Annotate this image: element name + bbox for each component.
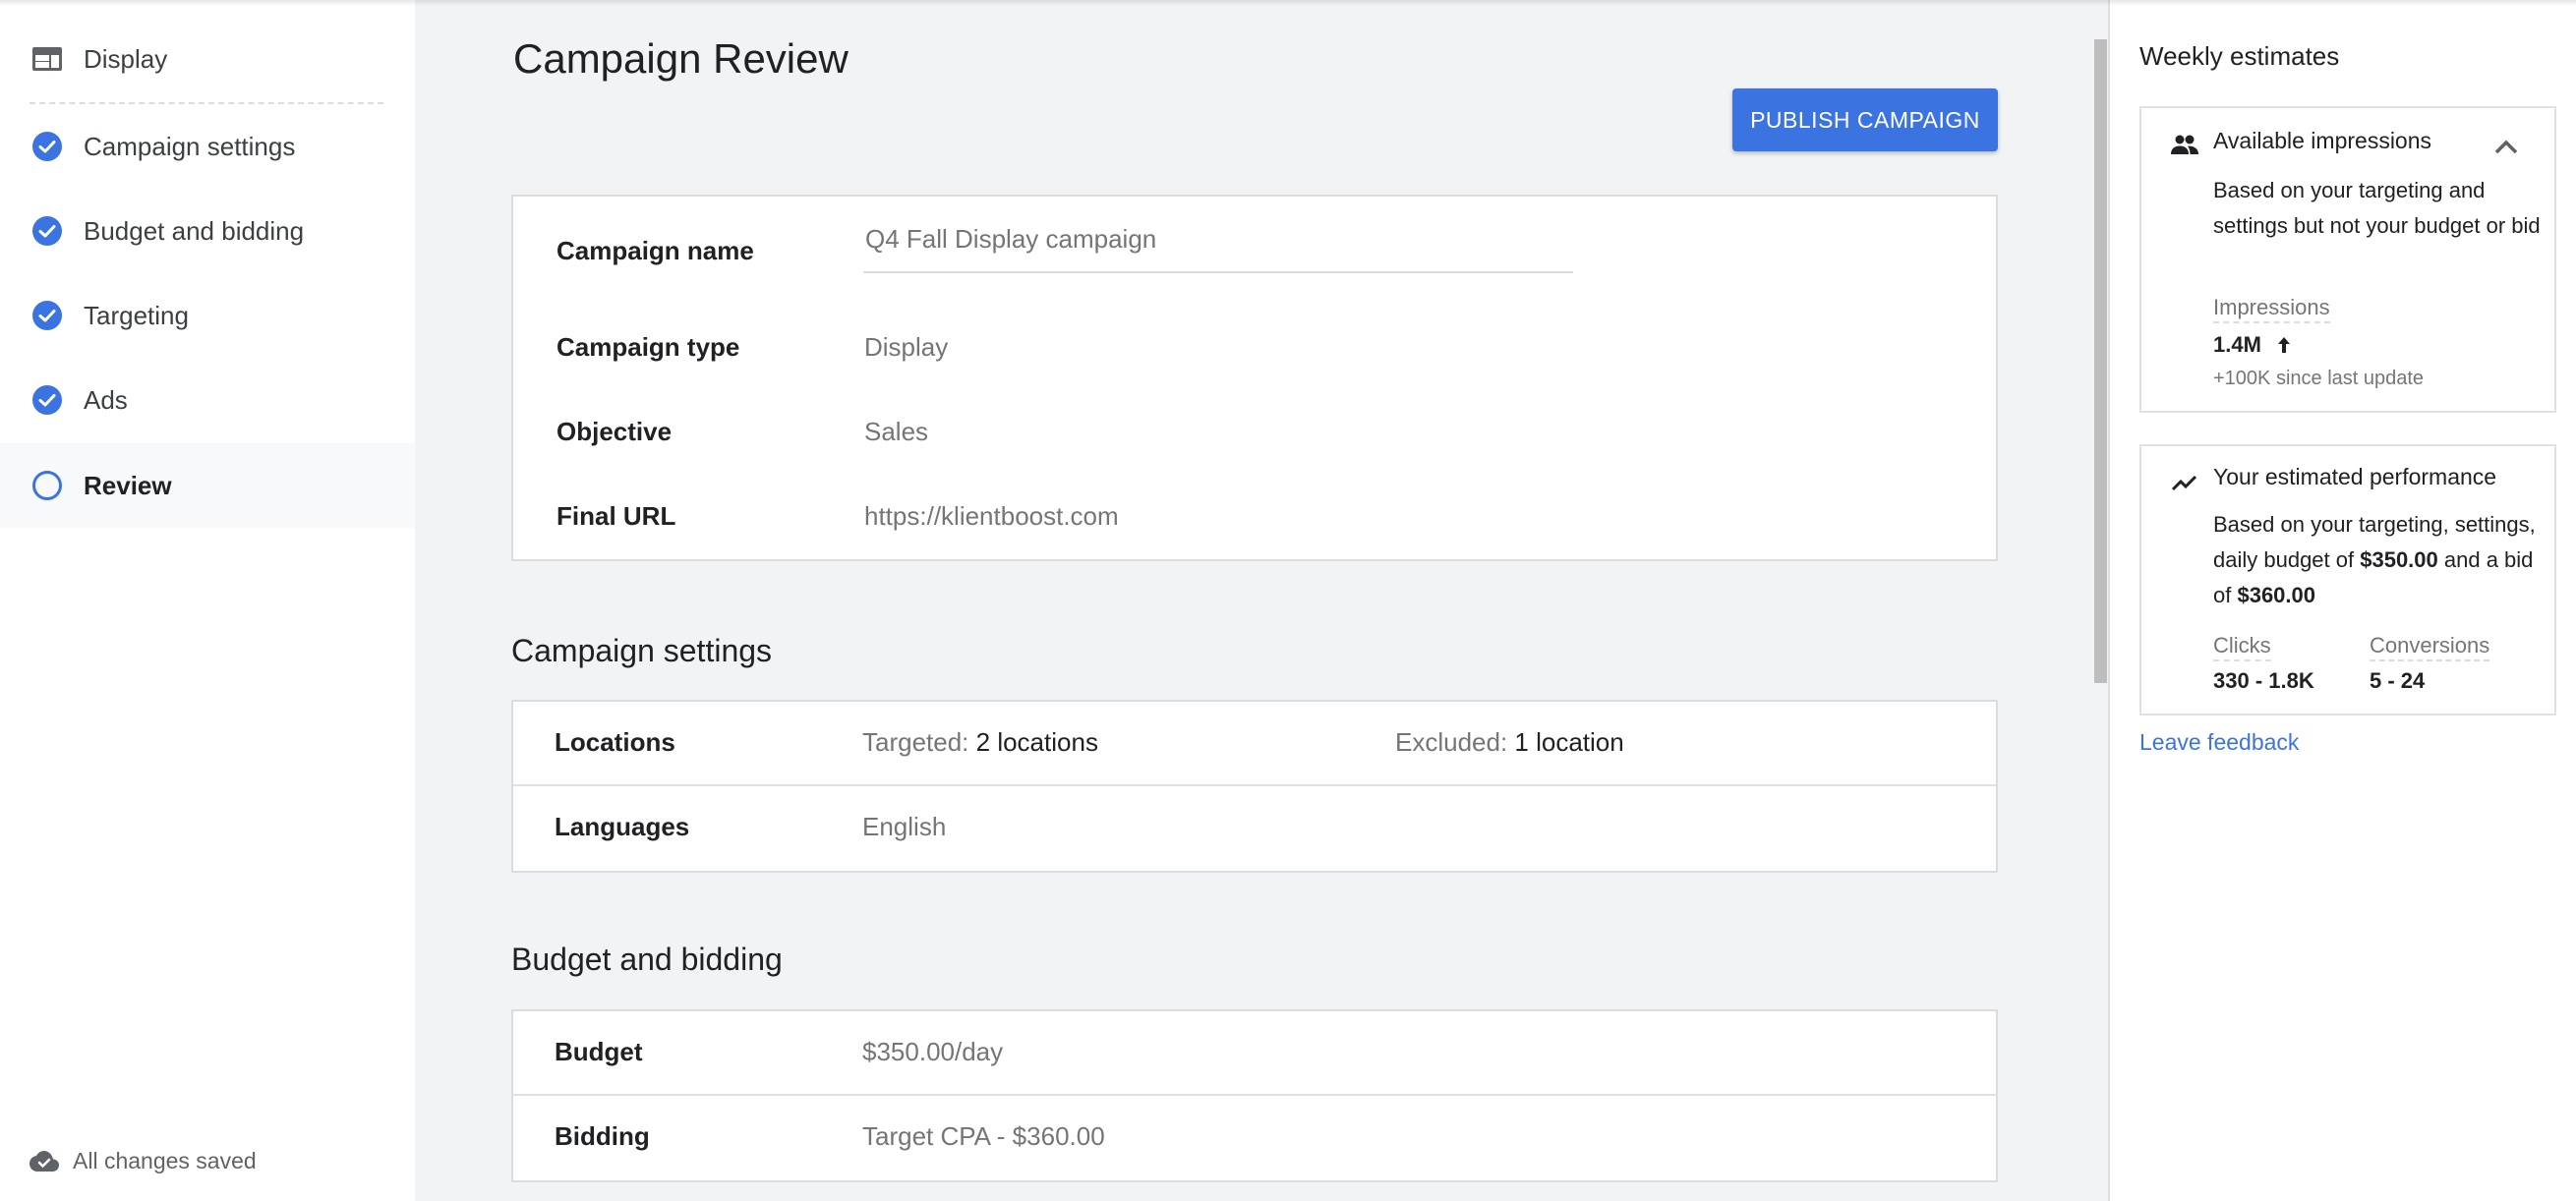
bidding-value: Target CPA - $360.00: [862, 1121, 1105, 1151]
budget-bidding-card: Budget $350.00/day Bidding Target CPA - …: [511, 1009, 1998, 1182]
check-circle-icon: [32, 132, 62, 161]
weekly-estimates-title: Weekly estimates: [2139, 41, 2340, 71]
sidebar-item-campaign-settings[interactable]: Campaign settings: [0, 104, 415, 189]
impressions-value: 1.4M: [2213, 332, 2261, 357]
budget-bidding-heading: Budget and bidding: [511, 942, 783, 977]
budget-value: $350.00/day: [862, 1037, 1004, 1066]
cloud-done-icon: [29, 1150, 59, 1172]
arrow-up-icon: [2278, 337, 2290, 353]
targeted-value: 2 locations: [975, 727, 1098, 757]
publish-campaign-button[interactable]: PUBLISH CAMPAIGN: [1732, 88, 1998, 151]
impressions-description: Based on your targeting and settings but…: [2213, 178, 2541, 238]
objective-value: Sales: [864, 417, 929, 446]
circle-outline-icon: [32, 471, 62, 500]
performance-description: Based on your targeting, settings, daily…: [2213, 507, 2547, 613]
campaign-name-label: Campaign name: [556, 236, 754, 265]
main-content: Campaign Review PUBLISH CAMPAIGN Campaig…: [415, 0, 2108, 1201]
main-scrollbar-thumb[interactable]: [2094, 39, 2107, 683]
clicks-value: 330 - 1.8K: [2213, 668, 2314, 693]
conversions-label[interactable]: Conversions: [2370, 633, 2490, 661]
excluded-locations: Excluded: 1 location: [1395, 727, 1624, 758]
locations-label: Locations: [555, 727, 675, 757]
table-row-locations: Locations Targeted: 2 locations Excluded…: [513, 702, 1996, 786]
bidding-label: Bidding: [555, 1121, 650, 1151]
available-impressions-card: Available impressions Based on your targ…: [2139, 106, 2556, 413]
check-circle-icon: [32, 216, 62, 246]
campaign-settings-card: Locations Targeted: 2 locations Excluded…: [511, 700, 1998, 873]
campaign-overview-card: Campaign name Campaign type Display Obje…: [511, 195, 1998, 561]
campaign-name-input[interactable]: [863, 214, 1573, 273]
impressions-change: +100K since last update: [2213, 368, 2425, 389]
trending-up-icon: [2171, 475, 2197, 491]
sidebar-item-label: Review: [84, 470, 172, 500]
page-title: Campaign Review: [513, 35, 849, 82]
sidebar-item-label: Ads: [84, 384, 128, 415]
performance-card-title: Your estimated performance: [2213, 464, 2497, 489]
impressions-label[interactable]: Impressions: [2213, 295, 2330, 323]
save-status-label: All changes saved: [73, 1148, 257, 1173]
excluded-value: 1 location: [1514, 727, 1624, 757]
table-row-budget: Budget $350.00/day: [513, 1011, 1996, 1096]
sidebar-campaign-type-label: Display: [84, 43, 168, 74]
save-status: All changes saved: [29, 1148, 257, 1174]
sidebar-campaign-type: Display: [0, 29, 415, 88]
campaign-type-label: Campaign type: [556, 332, 740, 362]
display-layout-icon: [32, 47, 62, 71]
estimated-performance-card: Your estimated performance Based on your…: [2139, 444, 2556, 715]
sidebar-item-review[interactable]: Review: [0, 443, 415, 528]
final-url-label: Final URL: [556, 501, 676, 531]
campaign-settings-heading: Campaign settings: [511, 633, 773, 668]
conversions-value: 5 - 24: [2370, 668, 2426, 693]
campaign-type-value: Display: [864, 332, 949, 362]
check-circle-icon: [32, 301, 62, 330]
chevron-up-icon[interactable]: [2493, 138, 2519, 155]
sidebar-item-ads[interactable]: Ads: [0, 358, 415, 442]
sidebar: Display Campaign settings Budget and bid…: [0, 0, 415, 1201]
clicks-label[interactable]: Clicks: [2213, 633, 2271, 661]
weekly-estimates-panel: Weekly estimates Available impressions B…: [2108, 0, 2576, 1201]
people-icon: [2171, 135, 2198, 154]
objective-label: Objective: [556, 417, 673, 446]
leave-feedback-link[interactable]: Leave feedback: [2139, 729, 2299, 756]
performance-desc-bid: $360.00: [2237, 583, 2315, 607]
check-circle-icon: [32, 385, 62, 415]
performance-desc-budget: $350.00: [2360, 547, 2438, 572]
targeted-prefix: Targeted:: [862, 727, 969, 757]
sidebar-item-label: Campaign settings: [84, 131, 296, 161]
excluded-prefix: Excluded:: [1395, 727, 1508, 757]
impressions-card-title: Available impressions: [2213, 128, 2432, 153]
budget-label: Budget: [555, 1037, 643, 1066]
sidebar-item-label: Targeting: [84, 300, 189, 330]
sidebar-item-label: Budget and bidding: [84, 215, 305, 246]
table-row-languages: Languages English: [513, 786, 1996, 871]
table-row-bidding: Bidding Target CPA - $360.00: [513, 1096, 1996, 1180]
targeted-locations: Targeted: 2 locations: [862, 727, 1098, 758]
sidebar-item-targeting[interactable]: Targeting: [0, 273, 415, 358]
final-url-value: https://klientboost.com: [864, 501, 1119, 531]
sidebar-item-budget-and-bidding[interactable]: Budget and bidding: [0, 189, 415, 273]
languages-value: English: [862, 812, 947, 841]
languages-label: Languages: [555, 812, 690, 841]
